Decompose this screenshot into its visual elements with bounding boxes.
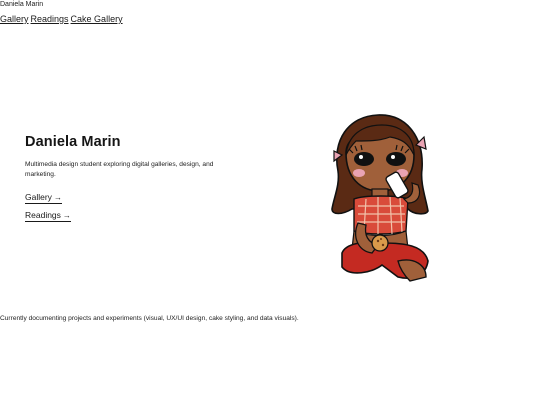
top-nav: Gallery Readings Cake Gallery [0,13,123,25]
hero-section: Daniela Marin Multimedia design student … [25,133,245,222]
hero-description: Multimedia design student exploring digi… [25,161,214,178]
arrow-right-icon: → [53,193,62,202]
status-text: Currently documenting projects and exper… [0,315,299,322]
gallery-link-label: Gallery [25,192,52,202]
avatar-illustration [328,111,434,283]
nav-item-cake-gallery[interactable]: Cake Gallery [71,13,123,25]
page: Daniela Marin Gallery Readings Cake Gall… [0,0,540,405]
hero-links: Gallery → Readings → [25,192,245,222]
readings-link-label: Readings [25,210,61,220]
nav-item-readings[interactable]: Readings [31,13,69,25]
nav-item-gallery[interactable]: Gallery [0,13,29,25]
page-title: Daniela Marin [25,134,121,150]
gallery-link[interactable]: Gallery → [25,192,62,204]
readings-link[interactable]: Readings → [25,210,71,222]
site-name: Daniela Marin [0,1,44,8]
arrow-right-icon: → [62,211,71,220]
